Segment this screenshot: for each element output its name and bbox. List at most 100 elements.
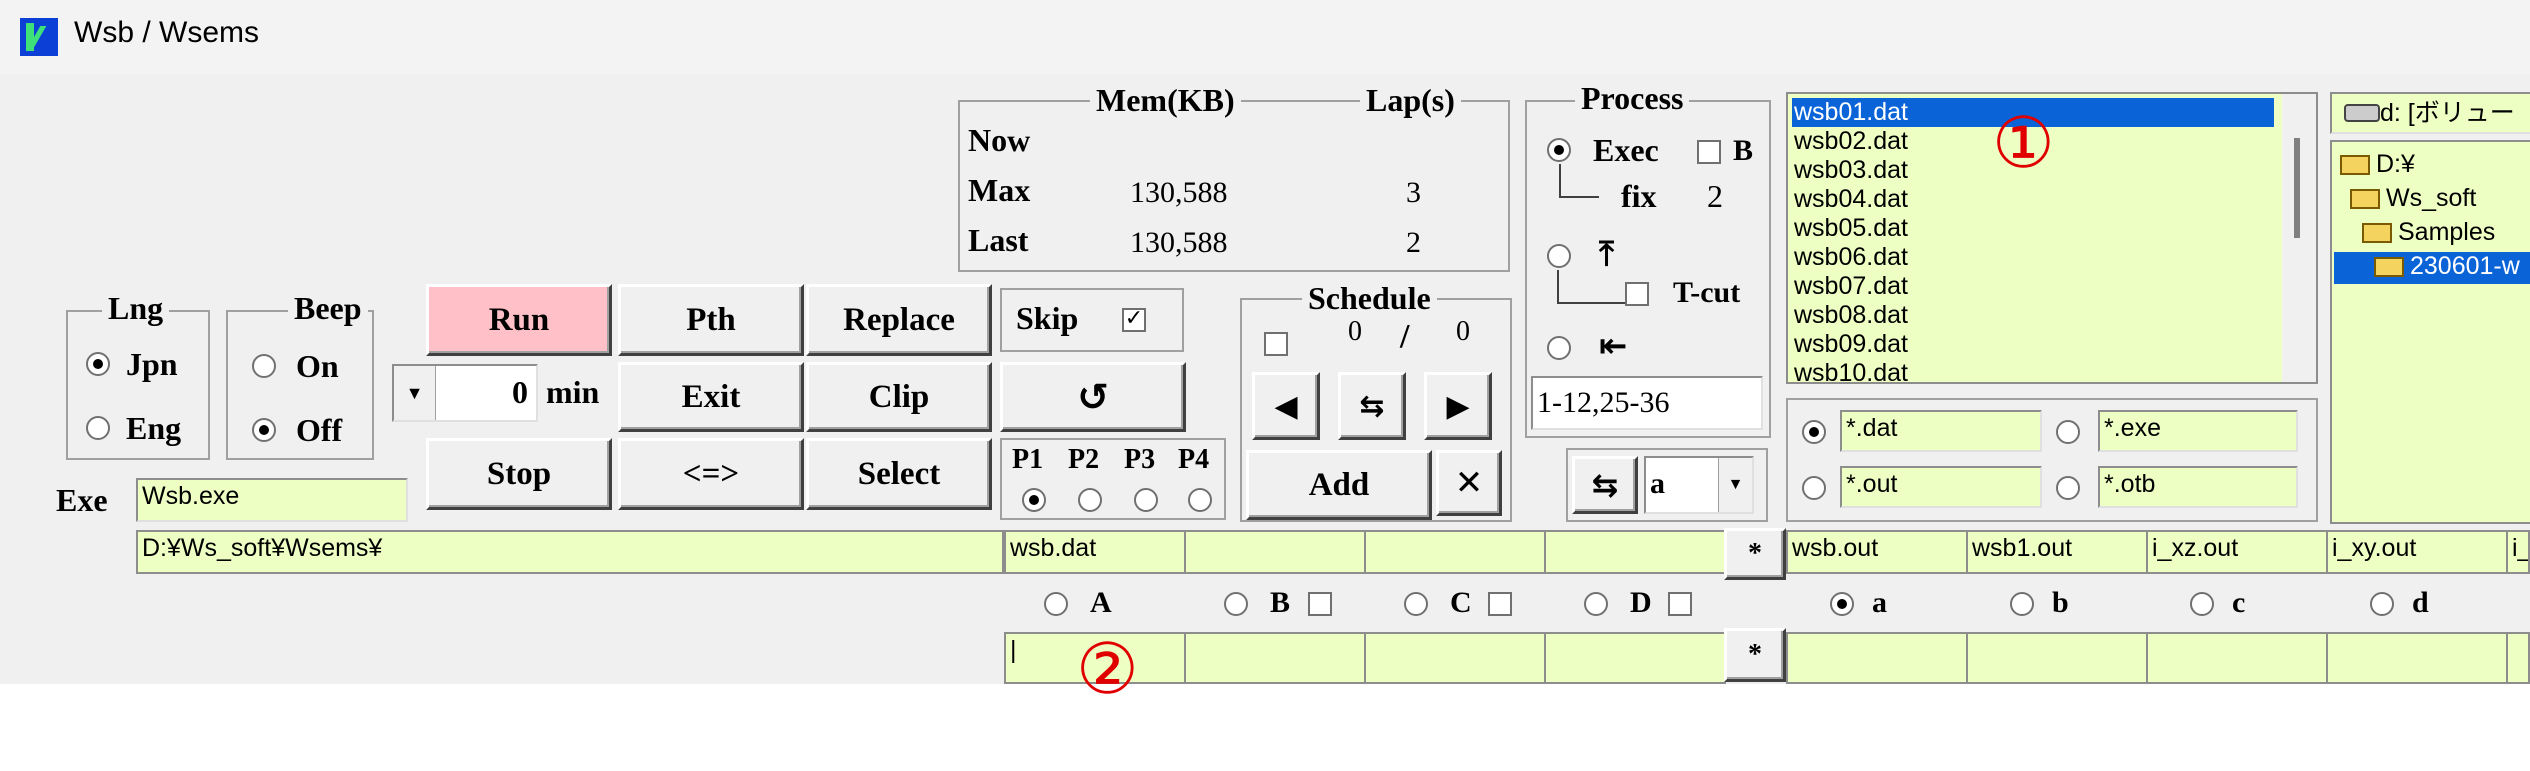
- beep-on-radio[interactable]: [252, 354, 276, 378]
- port-p1-radio[interactable]: [1022, 488, 1046, 512]
- row-label-max: Max: [968, 172, 1031, 208]
- file-list-item[interactable]: wsb04.dat: [1792, 185, 2274, 214]
- filter-out-input[interactable]: *.out: [1840, 466, 2042, 508]
- edit-output-cell[interactable]: [2146, 632, 2328, 684]
- edit-star-button[interactable]: *: [1724, 628, 1786, 682]
- timer-combo[interactable]: ▼ 0: [392, 364, 538, 422]
- edit-output-cell[interactable]: [1966, 632, 2148, 684]
- edit-output-cell[interactable]: [2326, 632, 2508, 684]
- input-column-checkbox[interactable]: [1308, 592, 1332, 616]
- filter-otb-input[interactable]: *.otb: [2098, 466, 2298, 508]
- filter-dat-input[interactable]: *.dat: [1840, 410, 2042, 452]
- tree-item[interactable]: D:¥: [2340, 150, 2415, 182]
- port-p4-radio[interactable]: [1188, 488, 1212, 512]
- output-file-cell[interactable]: wsb.out: [1786, 530, 1968, 574]
- mode-dropdown-button[interactable]: ▼: [1718, 458, 1752, 512]
- swap-button[interactable]: <=>: [618, 438, 804, 510]
- output-file-cell[interactable]: wsb1.out: [1966, 530, 2148, 574]
- row-label-now: Now: [968, 122, 1031, 158]
- filter-out-radio[interactable]: [1802, 476, 1826, 500]
- file-list-scrollbar[interactable]: [2282, 94, 2316, 382]
- eng-radio[interactable]: [86, 416, 110, 440]
- input-column-radio[interactable]: [1224, 592, 1248, 616]
- exit-button[interactable]: Exit: [618, 362, 804, 432]
- select-button[interactable]: Select: [806, 438, 992, 510]
- tab-jump-button[interactable]: ⇆: [1338, 372, 1406, 440]
- beep-off-radio[interactable]: [252, 418, 276, 442]
- output-column-radio[interactable]: [1830, 592, 1854, 616]
- output-column-label: a: [1872, 586, 1887, 619]
- file-list-item[interactable]: wsb10.dat: [1792, 359, 2274, 388]
- edit-output-cell[interactable]: [1786, 632, 1968, 684]
- jpn-radio[interactable]: [86, 352, 110, 376]
- port-p2-radio[interactable]: [1078, 488, 1102, 512]
- schedule-total: 0: [1456, 316, 1470, 347]
- input-column-radio[interactable]: [1584, 592, 1608, 616]
- file-list-item[interactable]: wsb09.dat: [1792, 330, 2274, 359]
- output-column-radio[interactable]: [2010, 592, 2034, 616]
- top-radio[interactable]: [1547, 244, 1571, 268]
- left-end-radio[interactable]: [1547, 336, 1571, 360]
- folder-tree[interactable]: D:¥ Ws_soft Samples 230601-w: [2330, 140, 2530, 524]
- input-column-radio[interactable]: [1044, 592, 1068, 616]
- tree-item[interactable]: 230601-w: [2334, 252, 2530, 284]
- timer-dropdown-button[interactable]: ▼: [394, 366, 436, 420]
- pth-button[interactable]: Pth: [618, 284, 804, 356]
- b-checkbox[interactable]: [1697, 140, 1721, 164]
- schedule-title: Schedule: [1302, 280, 1437, 316]
- filter-dat-radio[interactable]: [1802, 420, 1826, 444]
- input-file-cell[interactable]: [1364, 530, 1546, 574]
- port-p3-radio[interactable]: [1134, 488, 1158, 512]
- clip-button[interactable]: Clip: [806, 362, 992, 432]
- annotation-two: ②: [1076, 628, 1139, 710]
- scrollbar-thumb[interactable]: [2294, 138, 2300, 238]
- next-button[interactable]: ▶: [1424, 372, 1492, 440]
- tree-item[interactable]: Samples: [2362, 218, 2495, 250]
- filter-otb-radio[interactable]: [2056, 476, 2080, 500]
- input-file-cell[interactable]: [1184, 530, 1366, 574]
- output-file-cell[interactable]: i_xz.out: [2146, 530, 2328, 574]
- edit-output-cell[interactable]: [2506, 632, 2530, 684]
- filter-exe-input[interactable]: *.exe: [2098, 410, 2298, 452]
- range-input[interactable]: 1-12,25-36: [1531, 376, 1763, 430]
- delete-button[interactable]: ✕: [1436, 450, 1502, 516]
- file-list-item[interactable]: wsb06.dat: [1792, 243, 2274, 272]
- exec-radio[interactable]: [1547, 138, 1571, 162]
- input-column-radio[interactable]: [1404, 592, 1428, 616]
- output-column-radio[interactable]: [2370, 592, 2394, 616]
- run-button[interactable]: Run: [426, 284, 612, 356]
- file-list-item[interactable]: wsb08.dat: [1792, 301, 2274, 330]
- input-column-checkbox[interactable]: [1488, 592, 1512, 616]
- tree-item[interactable]: Ws_soft: [2350, 184, 2476, 216]
- close-icon: ✕: [1454, 463, 1484, 503]
- language-group: Lng Jpn Eng: [66, 290, 210, 460]
- filter-exe-radio[interactable]: [2056, 420, 2080, 444]
- mode-combo[interactable]: a ▼: [1644, 456, 1754, 514]
- stop-button[interactable]: Stop: [426, 438, 612, 510]
- input-file-cell[interactable]: wsb.dat: [1004, 530, 1186, 574]
- prev-button[interactable]: ◀: [1252, 372, 1320, 440]
- exe-input[interactable]: Wsb.exe: [136, 478, 408, 522]
- path-input[interactable]: D:¥Ws_soft¥Wsems¥: [136, 530, 1004, 574]
- output-file-cell[interactable]: i_: [2506, 530, 2530, 574]
- tcut-checkbox[interactable]: [1625, 282, 1649, 306]
- refresh-button[interactable]: ↺: [1000, 362, 1186, 432]
- file-list-item[interactable]: wsb07.dat: [1792, 272, 2274, 301]
- edit-input-cell[interactable]: [1544, 632, 1726, 684]
- skip-checkbox[interactable]: ✓: [1122, 308, 1146, 332]
- process-title: Process: [1575, 80, 1690, 116]
- schedule-checkbox[interactable]: [1264, 332, 1288, 356]
- input-file-cell[interactable]: [1544, 530, 1726, 574]
- edit-input-cell[interactable]: [1364, 632, 1546, 684]
- add-button[interactable]: Add: [1246, 450, 1432, 520]
- swap-mode-button[interactable]: ⇆: [1572, 456, 1638, 514]
- edit-input-cell[interactable]: [1184, 632, 1366, 684]
- input-star-button[interactable]: *: [1724, 528, 1786, 580]
- file-list-item[interactable]: wsb05.dat: [1792, 214, 2274, 243]
- to-start-icon: ⇤: [1599, 326, 1628, 366]
- output-file-cell[interactable]: i_xy.out: [2326, 530, 2508, 574]
- port-label-p2: P2: [1068, 444, 1100, 475]
- replace-button[interactable]: Replace: [806, 284, 992, 356]
- input-column-checkbox[interactable]: [1668, 592, 1692, 616]
- output-column-radio[interactable]: [2190, 592, 2214, 616]
